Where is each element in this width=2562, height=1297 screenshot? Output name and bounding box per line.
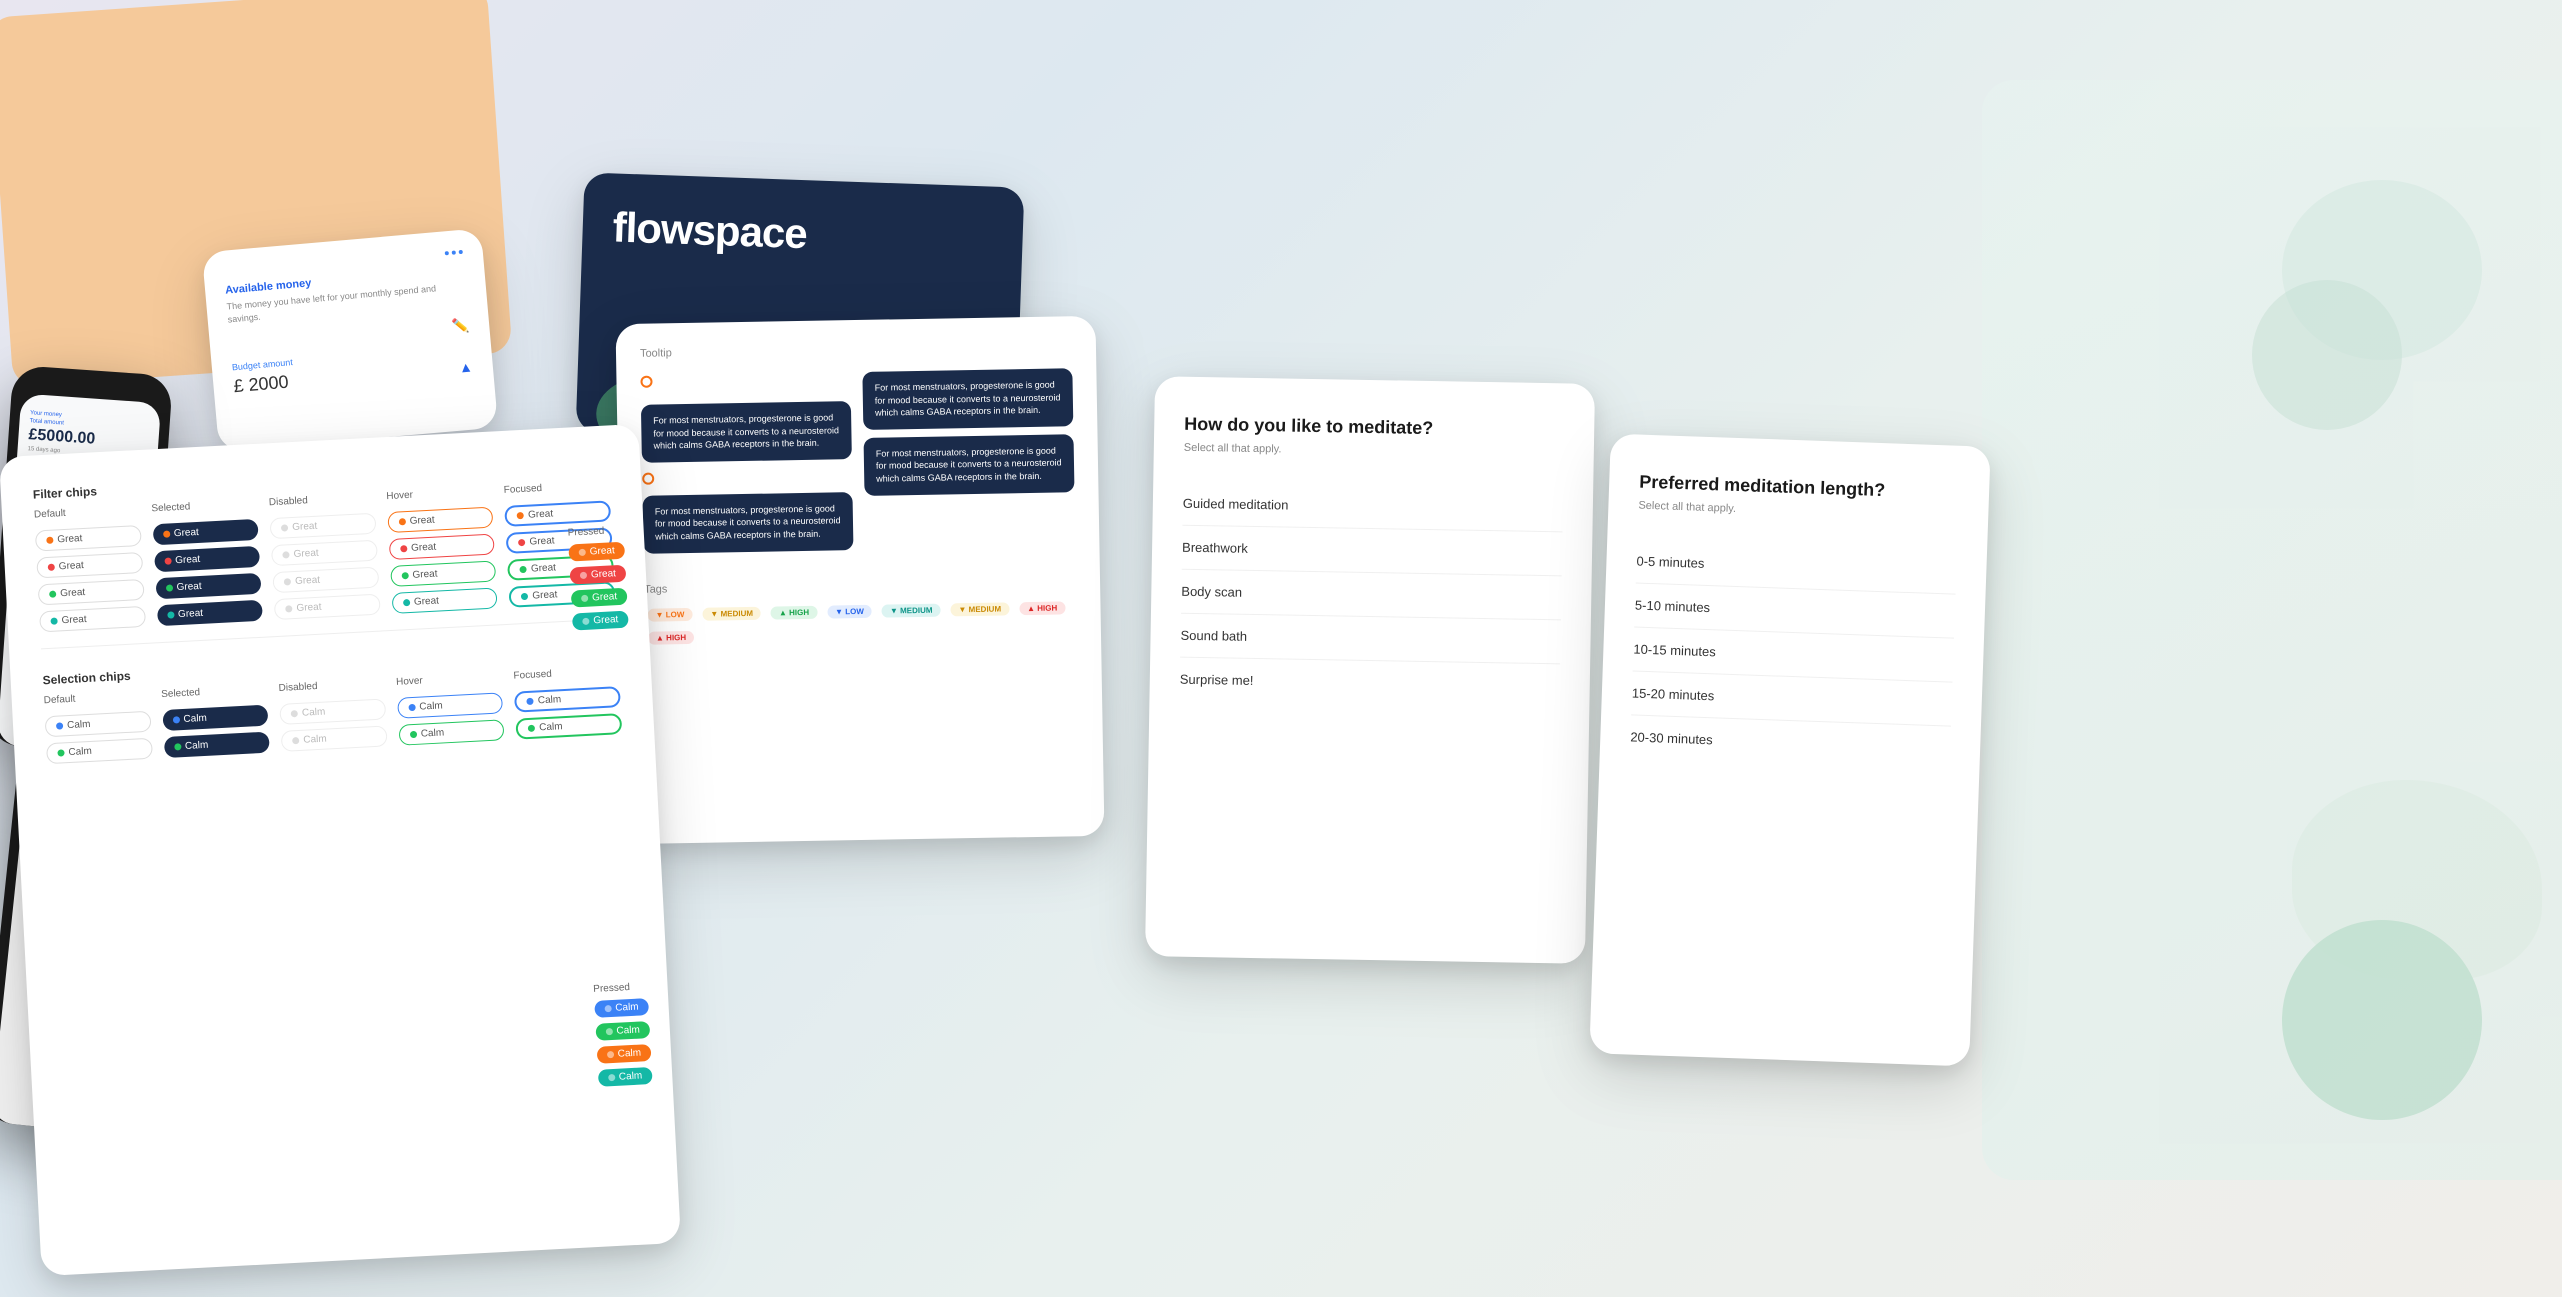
meditation-question-1: How do you like to meditate? [1184, 413, 1564, 443]
option-label-5-10: 5-10 minutes [1635, 598, 1711, 616]
tag-low-2: ▼ LOW [827, 604, 872, 618]
tooltip-text-4: For most menstruators, progesterone is g… [876, 445, 1062, 483]
bg-right-card [1982, 80, 2562, 1180]
option-label-20-30: 20-30 minutes [1630, 730, 1713, 748]
meditation-option-body-scan[interactable]: Body scan [1181, 570, 1562, 621]
sel-col-focused: Focused [513, 665, 619, 682]
chip-selected-teal[interactable]: Great [157, 600, 264, 626]
option-label-guided: Guided meditation [1183, 496, 1289, 513]
meditation-option-breathwork[interactable]: Breathwork [1182, 526, 1563, 577]
tooltip-text-1: For most menstruators, progesterone is g… [653, 412, 839, 450]
chip-disabled-green: Great [273, 567, 380, 593]
chip-focused-orange[interactable]: Great [505, 500, 612, 526]
tag-high-2: ▲ HIGH [1019, 601, 1065, 615]
chip-disabled-orange: Great [270, 513, 377, 539]
tooltip-box-1: For most menstruators, progesterone is g… [641, 401, 852, 462]
sel-col-hover: Hover [396, 671, 502, 688]
sel-chip-pressed-green[interactable]: Calm [595, 1021, 650, 1041]
tooltip-box-3: For most menstruators, progesterone is g… [862, 368, 1073, 429]
col-pressed: Pressed [567, 525, 624, 539]
option-label-body-scan: Body scan [1181, 584, 1242, 600]
tags-label: Tags [644, 576, 1076, 596]
chip-default-orange[interactable]: Great [35, 525, 142, 551]
tag-low: ▼ LOW [647, 607, 692, 621]
meditation-card-1: How do you like to meditate? Select all … [1145, 376, 1595, 964]
tooltip-section-label: Tooltip [640, 340, 1072, 360]
chip-pressed-teal[interactable]: Great [572, 611, 629, 631]
tooltip-text-2: For most menstruators, progesterone is g… [655, 503, 841, 541]
meditation-card-2: Preferred meditation length? Select all … [1589, 434, 1990, 1067]
chip-pressed-orange[interactable]: Great [568, 542, 625, 562]
chip-default-red[interactable]: Great [36, 552, 143, 578]
tooltip-box-2: For most menstruators, progesterone is g… [642, 492, 853, 553]
tags-section: Tags ▼ LOW ▼ MEDIUM ▲ HIGH ▼ LOW ▼ MEDIU… [644, 576, 1077, 648]
money-amount: £ 2000 [233, 372, 290, 398]
sel-chip-selected[interactable]: Calm [162, 705, 269, 731]
sel-chip-focused-2[interactable]: Calm [516, 713, 623, 739]
tooltip-indicator-2 [642, 472, 654, 484]
tooltip-indicator-1 [640, 376, 652, 388]
tooltip-box-4: For most menstruators, progesterone is g… [864, 434, 1075, 495]
meditation-option-sound-bath[interactable]: Sound bath [1180, 614, 1561, 665]
tag-high: ▲ HIGH [771, 605, 817, 619]
green-circle [2282, 920, 2482, 1120]
triangle-icon: ▲ [458, 358, 473, 375]
sel-chip-default-2[interactable]: Calm [46, 738, 153, 764]
chip-selected-green[interactable]: Great [155, 573, 262, 599]
chip-pressed-green[interactable]: Great [571, 588, 628, 608]
sel-chip-selected-2[interactable]: Calm [163, 732, 270, 758]
chip-disabled-red: Great [271, 540, 378, 566]
tag-medium-3: ▼ MEDIUM [950, 602, 1009, 616]
col-disabled: Disabled [269, 492, 375, 509]
sel-chip-hover[interactable]: Calm [397, 692, 504, 718]
option-label-sound-bath: Sound bath [1180, 628, 1247, 644]
sel-chip-default[interactable]: Calm [45, 711, 152, 737]
sel-chip-pressed-orange[interactable]: Calm [596, 1044, 651, 1064]
flowspace-title: flowspace [582, 172, 1024, 265]
chip-selected-orange[interactable]: Great [152, 519, 259, 545]
tag-medium: ▼ MEDIUM [702, 606, 761, 620]
option-label-15-20: 15-20 minutes [1632, 686, 1715, 704]
chips-design-card: Filter chips Default Selected Disabled H… [0, 424, 681, 1276]
chip-default-teal[interactable]: Great [39, 606, 146, 632]
col-default: Default [34, 504, 140, 521]
col-selected: Selected [151, 498, 257, 515]
option-label-10-15: 10-15 minutes [1633, 642, 1716, 660]
tags-container: ▼ LOW ▼ MEDIUM ▲ HIGH ▼ LOW ▼ MEDIUM ▼ M… [644, 598, 1077, 648]
chip-pressed-red[interactable]: Great [570, 565, 627, 585]
meditation-subtitle-1: Select all that apply. [1184, 442, 1564, 461]
option-label-0-5: 0-5 minutes [1636, 554, 1704, 571]
phone-notch [72, 383, 112, 392]
chip-disabled-teal: Great [274, 594, 381, 620]
meditation-option-guided[interactable]: Guided meditation [1182, 482, 1563, 533]
chip-default-green[interactable]: Great [38, 579, 145, 605]
sel-col-pressed: Pressed [593, 981, 648, 995]
sel-chip-disabled: Calm [279, 698, 386, 724]
tag-medium-2: ▼ MEDIUM [882, 603, 941, 617]
meditation-question-2: Preferred meditation length? [1639, 471, 1960, 506]
tag-high-3: ▲ HIGH [648, 630, 694, 644]
money-widget-card: Available money The money you have left … [202, 228, 498, 452]
info-tooltip-card: Tooltip For most menstruators, progester… [615, 316, 1104, 844]
chip-hover-teal[interactable]: Great [391, 587, 498, 613]
option-label-surprise: Surprise me! [1180, 672, 1254, 688]
bg-blob-2 [2252, 280, 2402, 430]
tooltip-text-3: For most menstruators, progesterone is g… [875, 380, 1061, 418]
sel-col-default: Default [43, 690, 149, 707]
chip-hover-green[interactable]: Great [390, 560, 497, 586]
chip-hover-orange[interactable]: Great [387, 507, 494, 533]
col-focused: Focused [504, 479, 610, 496]
option-label-breathwork: Breathwork [1182, 540, 1248, 556]
chip-hover-red[interactable]: Great [389, 534, 496, 560]
col-hover: Hover [386, 486, 492, 503]
sel-chip-pressed-blue[interactable]: Calm [594, 998, 649, 1018]
sel-col-disabled: Disabled [278, 677, 384, 694]
sel-chip-focused[interactable]: Calm [514, 686, 621, 712]
meditation-option-surprise[interactable]: Surprise me! [1179, 658, 1560, 708]
sel-chip-pressed-teal[interactable]: Calm [598, 1067, 653, 1087]
chip-selected-red[interactable]: Great [154, 546, 261, 572]
sel-chip-hover-2[interactable]: Calm [398, 719, 505, 745]
sel-col-selected: Selected [161, 684, 267, 701]
sel-chip-disabled-2: Calm [281, 725, 388, 751]
